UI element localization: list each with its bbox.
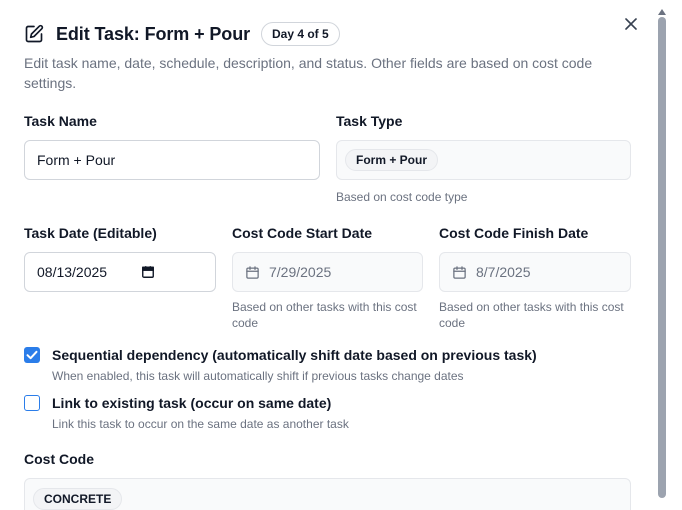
dialog-title: Edit Task: Form + Pour	[56, 23, 250, 44]
task-name-label: Task Name	[24, 113, 97, 129]
link-existing-help: Link this task to occur on the same date…	[52, 417, 349, 431]
sequential-dependency-label[interactable]: Sequential dependency (automatically shi…	[52, 347, 537, 363]
cost-code-field: CONCRETE	[24, 478, 631, 510]
calendar-icon	[452, 265, 467, 280]
link-existing-checkbox[interactable]	[24, 395, 40, 411]
task-type-label: Task Type	[336, 113, 403, 129]
checkmark-icon	[26, 350, 38, 360]
edit-task-dialog: Edit Task: Form + Pour Day 4 of 5 Edit t…	[0, 0, 682, 510]
task-type-chip: Form + Pour	[345, 149, 439, 171]
cost-code-label: Cost Code	[24, 451, 94, 467]
sequential-dependency-help: When enabled, this task will automatical…	[52, 369, 464, 383]
task-date-label: Task Date (Editable)	[24, 225, 157, 241]
sequential-dependency-checkbox[interactable]	[24, 347, 40, 363]
day-badge: Day 4 of 5	[261, 22, 340, 46]
scrollbar-thumb[interactable]	[658, 17, 666, 498]
task-date-value: 08/13/2025	[37, 264, 108, 280]
task-name-input[interactable]: Form + Pour	[24, 140, 320, 180]
start-date-label: Cost Code Start Date	[232, 225, 373, 241]
finish-date-field: 8/7/2025	[439, 252, 631, 292]
task-name-value: Form + Pour	[37, 152, 116, 168]
task-type-field: Form + Pour	[336, 140, 631, 180]
close-icon[interactable]	[622, 15, 640, 33]
calendar-icon	[245, 265, 260, 280]
dialog-header: Edit Task: Form + Pour Day 4 of 5	[24, 22, 340, 46]
finish-date-value: 8/7/2025	[476, 264, 531, 280]
start-date-field: 7/29/2025	[232, 252, 423, 292]
start-date-value: 7/29/2025	[269, 264, 332, 280]
start-date-help: Based on other tasks with this cost code	[232, 300, 417, 330]
link-existing-label[interactable]: Link to existing task (occur on same dat…	[52, 395, 331, 411]
task-date-input[interactable]: 08/13/2025	[24, 252, 216, 292]
cost-code-chip: CONCRETE	[33, 488, 123, 510]
finish-date-label: Cost Code Finish Date	[439, 225, 589, 241]
scroll-up-icon[interactable]	[657, 3, 667, 15]
dialog-description: Edit task name, date, schedule, descript…	[24, 55, 593, 91]
task-type-help: Based on cost code type	[336, 190, 468, 204]
calendar-icon[interactable]	[141, 265, 156, 280]
finish-date-help: Based on other tasks with this cost code	[439, 300, 624, 330]
pencil-square-icon	[24, 24, 44, 44]
